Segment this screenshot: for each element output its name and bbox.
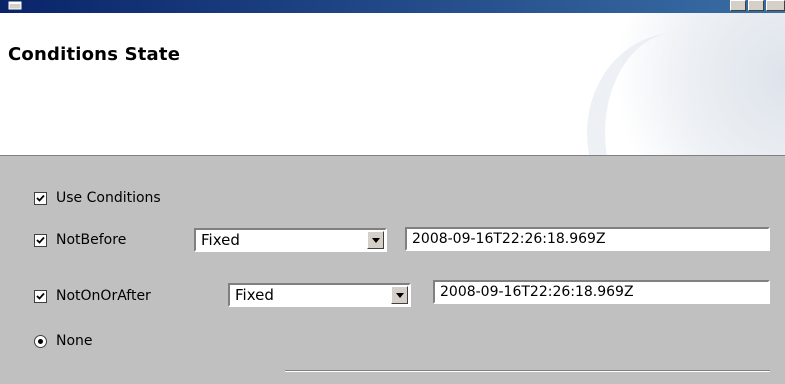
- not-before-row[interactable]: NotBefore: [34, 229, 126, 251]
- not-before-mode-value: Fixed: [201, 231, 240, 249]
- wizard-window: Conditions State Use Conditions NotBefor…: [0, 0, 785, 384]
- not-before-datetime-field[interactable]: 2008-09-16T22:26:18.969Z: [405, 227, 770, 251]
- window-icon: [8, 1, 22, 10]
- minimize-button[interactable]: [730, 0, 746, 11]
- not-on-or-after-mode-select[interactable]: Fixed: [228, 283, 411, 307]
- page-title: Conditions State: [8, 44, 181, 65]
- chevron-down-icon: [371, 237, 380, 243]
- use-conditions-checkbox[interactable]: [34, 191, 47, 205]
- use-conditions-row[interactable]: Use Conditions: [34, 187, 161, 209]
- use-conditions-label: Use Conditions: [56, 190, 161, 206]
- none-option-row[interactable]: None: [34, 330, 93, 352]
- conditions-panel: Use Conditions NotBefore Fixed 2008-09-1…: [0, 156, 785, 384]
- none-radio[interactable]: [34, 334, 47, 348]
- checkmark-icon: [36, 194, 45, 202]
- close-button[interactable]: [766, 0, 785, 11]
- none-label: None: [56, 333, 93, 349]
- not-on-or-after-mode-value: Fixed: [235, 286, 274, 304]
- wizard-header: Conditions State: [0, 13, 785, 156]
- not-before-checkbox[interactable]: [34, 233, 47, 247]
- not-on-or-after-dropdown-button[interactable]: [391, 286, 408, 304]
- title-bar: [0, 0, 785, 13]
- not-on-or-after-datetime-field[interactable]: 2008-09-16T22:26:18.969Z: [433, 280, 770, 304]
- not-on-or-after-label: NotOnOrAfter: [56, 288, 151, 304]
- not-before-mode-select[interactable]: Fixed: [194, 228, 387, 252]
- not-on-or-after-checkbox[interactable]: [34, 289, 47, 303]
- maximize-button[interactable]: [748, 0, 764, 11]
- not-on-or-after-row[interactable]: NotOnOrAfter: [34, 285, 151, 307]
- radio-selected-dot: [38, 338, 43, 344]
- not-before-dropdown-button[interactable]: [367, 231, 384, 249]
- chevron-down-icon: [395, 292, 404, 298]
- checkmark-icon: [36, 236, 45, 244]
- separator-line: [285, 370, 770, 372]
- checkmark-icon: [36, 292, 45, 300]
- not-before-label: NotBefore: [56, 232, 127, 248]
